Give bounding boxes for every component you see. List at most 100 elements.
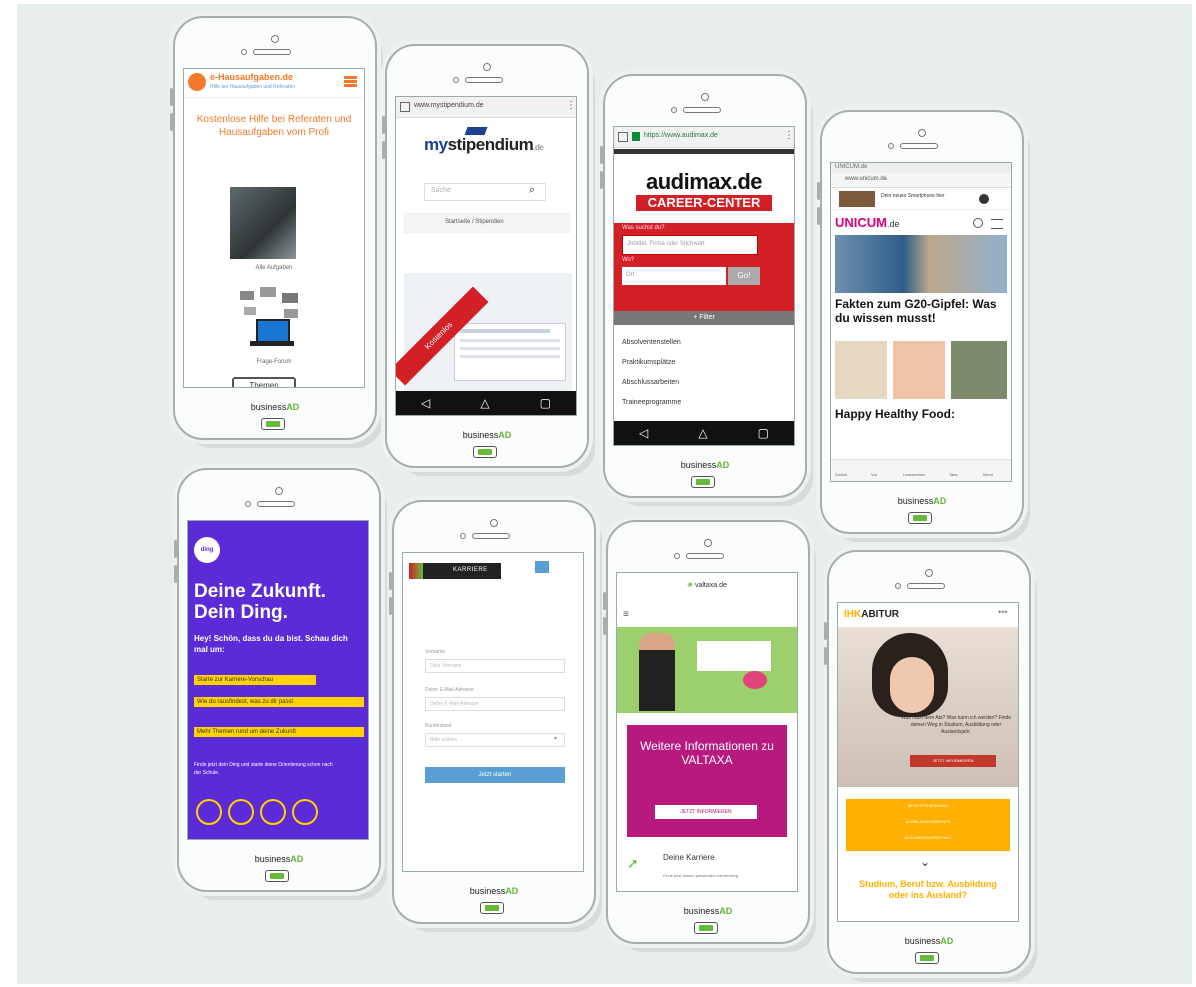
home-button[interactable] [473,446,497,458]
browser-address-bar[interactable]: www.unicum.de [831,173,1011,188]
camera-icon [918,129,926,137]
businessad-watermark: businessAD [254,854,304,864]
yellow-link-2[interactable]: Wie du rausfindest, was zu dir passt [194,697,364,707]
search-placeholder: Suche [431,187,451,194]
go-button[interactable]: Go! [728,267,760,285]
volume-button [600,146,603,164]
browser-address-bar[interactable]: www.mystipendium.de ⋮ [396,97,576,118]
recents-icon[interactable]: ▢ [540,396,551,410]
home-nav-icon[interactable]: △ [698,426,707,440]
headline-g20[interactable]: Fakten zum G20-Gipfel: Was du wissen mus… [835,297,1007,325]
status-text: UNICUM.de [835,164,868,170]
logo-title[interactable]: e-Hausaufgaben.de [210,72,293,82]
kebab-menu-icon[interactable]: ⋮ [566,100,576,111]
instagram-icon[interactable] [292,799,318,825]
volume-button [174,565,177,583]
breadcrumb-text[interactable]: Startseite / Stipendien [445,219,504,225]
job-search-input[interactable]: Jobtitel, Firma oder Stichwort [622,235,758,255]
menu-item-trainee[interactable]: Traineeprogramme [622,399,681,406]
volume-button [600,171,603,189]
firstname-input[interactable]: Dein Vorname [425,659,565,673]
menu-item-praktikum[interactable]: Praktikumsplätze [622,359,675,366]
nav-tabs[interactable]: Tabs [949,472,957,477]
ad-banner[interactable]: Dein neues Smartphone hier [831,189,1011,210]
food-photo-2[interactable] [893,341,945,399]
home-button[interactable] [908,512,932,524]
search-icon[interactable] [973,218,983,228]
rocket-icon: ➚ [627,855,639,871]
camera-icon [271,35,279,43]
facebook-icon[interactable] [260,799,286,825]
option-abroad[interactable]: AUSLANDSAUFENTHALT [846,835,1010,840]
snapchat-icon[interactable] [196,799,222,825]
home-nav-icon[interactable]: △ [480,396,489,410]
home-button[interactable] [261,418,285,430]
location-input[interactable]: Ort [622,267,726,285]
filter-button[interactable]: + Filter [614,311,794,325]
home-button[interactable] [480,902,504,914]
hamburger-menu-icon[interactable] [991,219,1003,229]
career-title[interactable]: Deine Karriere [663,853,715,862]
browser-address-bar[interactable]: https://www.audimax.de ⋮ [614,127,794,148]
site-logo[interactable]: audimax.de [614,169,794,195]
menu-icon[interactable] [535,561,549,573]
leaf-icon: ❀ [687,582,693,589]
more-icon[interactable]: ••• [998,607,1007,617]
home-button[interactable] [691,476,715,488]
phone-screen: KARRIERE Vorname Dein Vorname Deine E-Ma… [402,552,584,872]
home-icon[interactable] [618,132,628,142]
volume-button [824,647,827,665]
site-logo[interactable]: IHKABITUR [844,609,899,620]
option-training[interactable]: AUSBILDUNGSBERUFE [846,819,1010,824]
yellow-link-1[interactable]: Starte zur Karriere-Vorschau [194,675,316,685]
headline-food[interactable]: Happy Healthy Food: [835,407,1007,421]
ding-badge[interactable]: ding [194,537,220,563]
option-study[interactable]: MEIN STUDIENGANG [846,803,1010,808]
ad-info-icon[interactable] [979,194,989,204]
nav-menu[interactable]: Menü [983,472,993,477]
site-logo[interactable]: KARRIERE [409,563,501,579]
site-logo[interactable]: mystipendium.de [424,135,544,155]
state-select[interactable]: Bitte wählen ▾ [425,733,565,747]
site-logo[interactable]: ❀ valtaxa.de [617,581,797,589]
kebab-menu-icon[interactable]: ⋮ [784,130,794,141]
url-text[interactable]: https://www.audimax.de [644,132,718,139]
url-text[interactable]: www.unicum.de [845,176,887,182]
ad-thumbnail [839,191,875,207]
food-photo-1[interactable] [835,341,887,399]
home-button[interactable] [915,952,939,964]
forum-laptop-illustration[interactable] [240,287,302,353]
chevron-down-icon[interactable]: ⌄ [920,855,930,869]
email-input[interactable]: Deine E-Mail-Adresse [425,697,565,711]
search-field[interactable]: Suche ⌕ [424,183,546,201]
label-state: Bundesland [425,723,452,729]
menu-item-abschlussarbeiten[interactable]: Abschlussarbeiten [622,379,679,386]
yellow-link-3[interactable]: Mehr Themen rund um deine Zukunft [194,727,364,737]
url-text[interactable]: www.mystipendium.de [414,102,484,109]
hamburger-menu-icon[interactable] [344,76,357,87]
ad-text: Dein neues Smartphone hier [881,193,945,199]
sensor-dot [241,49,247,55]
site-logo[interactable]: UNICUM.de [835,215,900,230]
food-photo-3[interactable] [951,341,1007,399]
themes-button[interactable]: Themen [232,377,296,387]
homework-photo[interactable] [230,187,296,259]
news-photo-merkel[interactable] [835,235,1007,293]
nav-back[interactable]: Zurück [835,472,847,477]
recents-icon[interactable]: ▢ [758,426,769,440]
youtube-icon[interactable] [228,799,254,825]
home-icon[interactable] [400,102,410,112]
back-icon[interactable]: ◁ [639,426,648,440]
back-icon[interactable]: ◁ [421,396,430,410]
promo-button[interactable]: JETZT INFORMIEREN [655,805,757,819]
hero-cta[interactable]: JETZT INFORMIEREN [910,755,996,767]
nav-bookmarks[interactable]: Lesezeichen [903,472,925,477]
menu-item-absolventen[interactable]: Absolventenstellen [622,339,681,346]
home-button[interactable] [265,870,289,882]
home-button[interactable] [694,922,718,934]
submit-button[interactable]: Jetzt starten [425,767,565,783]
search-icon[interactable]: ⌕ [529,184,535,197]
hamburger-menu-icon[interactable]: ≡ [623,609,629,620]
options-panel: MEIN STUDIENGANG AUSBILDUNGSBERUFE AUSLA… [846,799,1010,851]
nav-forward[interactable]: Vor [871,472,877,477]
